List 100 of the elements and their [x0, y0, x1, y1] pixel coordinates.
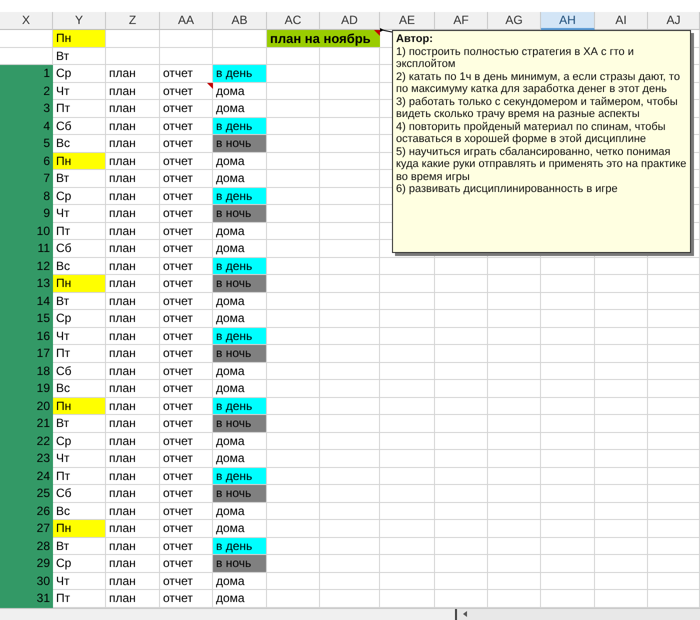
row-number: 8	[43, 188, 50, 202]
table-cell: отчет	[163, 84, 193, 98]
empty-cell	[648, 555, 700, 572]
column-header[interactable]: AA	[160, 12, 213, 30]
empty-cell	[541, 555, 595, 572]
empty-cell	[380, 538, 435, 555]
column-header[interactable]: Z	[106, 12, 160, 30]
table-cell: отчет	[163, 538, 193, 552]
table-cell: план	[109, 451, 136, 465]
empty-cell	[541, 502, 595, 520]
comment-pointer-icon	[380, 28, 392, 34]
comment-line: 1) построить полностью стратегия в ХА с гто и эксплойтом	[396, 46, 635, 70]
table-cell: план	[109, 206, 136, 220]
empty-cell	[435, 362, 488, 380]
empty-cell	[595, 362, 648, 380]
table-cell: план	[109, 84, 136, 98]
column-header[interactable]: AB	[213, 12, 267, 30]
column-header[interactable]: AD	[320, 12, 380, 30]
comment-line: 2) катать по 1ч в день минимум, а если стразы дают, то по максимуму катка для заработка денег в этот день	[396, 70, 681, 96]
table-cell: дома	[216, 591, 245, 605]
empty-cell	[320, 468, 380, 485]
table-cell: отчет	[163, 188, 193, 202]
empty-cell	[380, 258, 435, 275]
empty-cell	[488, 310, 541, 328]
table-cell: отчет	[163, 364, 193, 378]
table-cell: в ночь	[216, 556, 252, 570]
column-header[interactable]: AG	[488, 12, 541, 30]
table-cell: план	[109, 468, 136, 482]
row-number: 28	[36, 538, 50, 552]
empty-cell	[595, 572, 648, 590]
empty-cell	[320, 538, 380, 555]
column-header[interactable]: AC	[267, 12, 320, 30]
table-cell: план	[109, 118, 136, 132]
table-cell: в ночь	[216, 486, 252, 500]
table-cell: Пт	[56, 591, 70, 605]
column-header[interactable]: AJ	[648, 12, 700, 30]
table-cell: план	[109, 591, 136, 605]
empty-cell	[320, 398, 380, 415]
empty-cell	[648, 572, 700, 590]
column-header[interactable]: AH	[541, 12, 595, 30]
table-cell: Сб	[56, 118, 72, 132]
table-cell: план	[109, 258, 136, 272]
empty-cell	[380, 415, 435, 432]
column-header[interactable]: X	[0, 12, 53, 30]
row-number: 12	[36, 258, 50, 272]
column-header[interactable]: AI	[595, 12, 648, 30]
empty-cell	[648, 450, 700, 468]
empty-cell	[541, 345, 595, 362]
table-cell: дома	[216, 224, 245, 238]
empty-cell	[595, 258, 648, 275]
table-cell: отчет	[163, 504, 193, 518]
table-cell: план	[109, 381, 136, 395]
empty-cell	[595, 502, 648, 520]
empty-cell	[541, 328, 595, 345]
table-cell: план	[109, 311, 136, 325]
table-cell: в день	[216, 188, 252, 202]
empty-cell	[435, 432, 488, 450]
row-number: 24	[36, 468, 50, 482]
empty-cell	[320, 520, 380, 538]
column-header[interactable]: AF	[435, 12, 488, 30]
empty-cell	[595, 292, 648, 310]
table-cell: Вс	[56, 504, 70, 518]
table-cell: Пт	[56, 346, 70, 360]
table-cell: Чт	[56, 451, 70, 465]
empty-cell	[380, 398, 435, 415]
row-number: 5	[43, 136, 50, 150]
empty-cell	[320, 345, 380, 362]
table-cell: Вт	[56, 171, 70, 185]
plan-title: план на ноябрь	[270, 30, 371, 46]
empty-cell	[541, 432, 595, 450]
table-cell: дома	[216, 364, 245, 378]
empty-cell	[435, 345, 488, 362]
row-number: 9	[43, 206, 50, 220]
table-cell: отчет	[163, 101, 193, 115]
table-cell: план	[109, 416, 136, 430]
column-header[interactable]: Y	[53, 12, 106, 30]
empty-cell	[648, 538, 700, 555]
table-cell: план	[109, 171, 136, 185]
table-cell: в день	[216, 538, 252, 552]
table-cell: план	[109, 434, 136, 448]
column-header[interactable]: AE	[380, 12, 435, 30]
empty-cell	[541, 310, 595, 328]
empty-cell	[380, 450, 435, 468]
table-cell: план	[109, 294, 136, 308]
empty-cell	[595, 520, 648, 538]
row-number: 18	[36, 364, 50, 378]
table-cell: Вс	[56, 258, 70, 272]
empty-cell	[435, 328, 488, 345]
table-cell: в ночь	[216, 416, 252, 430]
table-cell: в день	[216, 398, 252, 412]
table-cell: Пн	[56, 276, 72, 290]
table-cell: дома	[216, 84, 245, 98]
scroll-left-icon[interactable]	[461, 610, 469, 618]
empty-cell	[488, 468, 541, 485]
empty-cell	[320, 502, 380, 520]
empty-cell	[648, 415, 700, 432]
empty-cell	[648, 468, 700, 485]
empty-cell	[380, 432, 435, 450]
empty-cell	[380, 362, 435, 380]
table-cell: отчет	[163, 398, 193, 412]
